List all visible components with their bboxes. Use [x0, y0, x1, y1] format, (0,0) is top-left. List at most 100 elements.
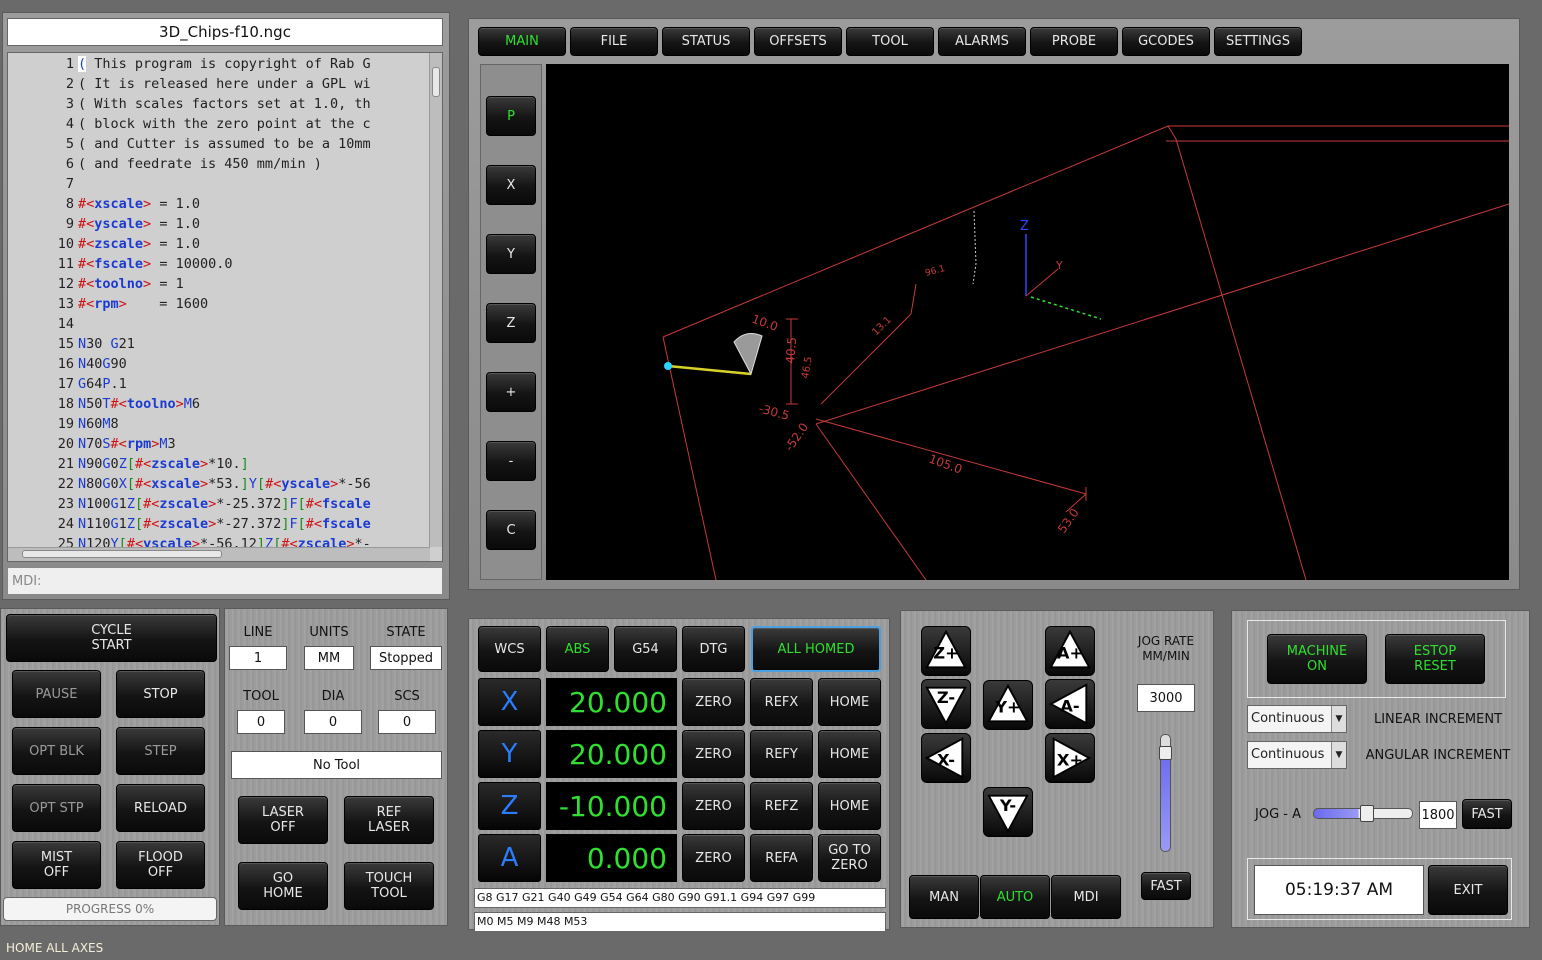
line-text: ( With scales factors set at 1.0, th	[78, 96, 371, 112]
axis-z-button[interactable]: Z	[478, 782, 541, 830]
g54-button[interactable]: G54	[614, 626, 677, 672]
home-a-button[interactable]: GO TO ZERO	[818, 834, 881, 882]
horizontal-scrollbar[interactable]	[8, 547, 430, 561]
line-number: 24	[57, 516, 74, 532]
linear-increment-select-value: Continuous	[1251, 711, 1325, 726]
z-axis-label: Z	[1020, 219, 1029, 234]
mode-auto-button[interactable]: AUTO	[980, 875, 1050, 919]
line-text: N120Y[#<yscale>*-56.12]Z[#<zscale>*-	[78, 536, 371, 547]
tab-main[interactable]: MAIN	[478, 27, 566, 56]
view-perspective-button[interactable]: P	[486, 96, 536, 136]
line-number: 1	[65, 56, 74, 72]
home-y-button[interactable]: HOME	[818, 730, 881, 778]
mode-man-button[interactable]: MAN	[909, 875, 979, 919]
ref-laser-button[interactable]: REF LASER	[344, 796, 434, 844]
scs-label: SCS	[394, 689, 420, 704]
tab-status[interactable]: STATUS	[662, 27, 750, 56]
scs-value: 0	[378, 710, 436, 734]
mode-mdi-button[interactable]: MDI	[1051, 875, 1121, 919]
zoom-in-button[interactable]: +	[486, 372, 536, 412]
axis-a-button[interactable]: A	[478, 834, 541, 882]
line-text: N100G1Z[#<zscale>*-25.372]F[#<fscale	[78, 496, 371, 512]
mist-button[interactable]: MIST OFF	[12, 841, 101, 889]
line-number: 21	[57, 456, 74, 472]
ref-y-button[interactable]: REFY	[750, 730, 813, 778]
active-mcodes: M0 M5 M9 M48 M53	[474, 912, 886, 932]
jog-y-plus-button[interactable]: Y+	[983, 680, 1033, 730]
tab-probe[interactable]: PROBE	[1030, 27, 1118, 56]
jog-a-plus-button[interactable]: A+	[1045, 626, 1095, 676]
line-number: 6	[65, 156, 74, 172]
zoom-out-button[interactable]: -	[486, 441, 536, 481]
line-number: 20	[57, 436, 74, 452]
stop-button[interactable]: STOP	[116, 670, 205, 718]
dtg-button[interactable]: DTG	[682, 626, 745, 672]
jog-x-plus-button[interactable]: X+	[1045, 733, 1095, 783]
abs-button[interactable]: ABS	[546, 626, 609, 672]
tab-settings[interactable]: SETTINGS	[1214, 27, 1302, 56]
tab-file[interactable]: FILE	[570, 27, 658, 56]
clear-plot-button[interactable]: C	[486, 510, 536, 550]
ref-x-button[interactable]: REFX	[750, 678, 813, 726]
estop-reset-button[interactable]: ESTOP RESET	[1385, 634, 1485, 684]
laser-button[interactable]: LASER OFF	[238, 796, 328, 844]
jog-a-fast-button[interactable]: FAST	[1462, 799, 1512, 829]
opt-blk-button[interactable]: OPT BLK	[12, 727, 101, 775]
view-y-button[interactable]: Y	[486, 234, 536, 274]
step-button[interactable]: STEP	[116, 727, 205, 775]
code-view[interactable]: 1( This program is copyright of Rab G 2( …	[7, 52, 443, 562]
ref-z-button[interactable]: REFZ	[750, 782, 813, 830]
angular-increment-select[interactable]: Continuous ▼	[1247, 741, 1347, 769]
line-text: ( It is released here under a GPL wi	[78, 76, 371, 92]
view-z-button[interactable]: Z	[486, 303, 536, 343]
dim-label: 10.0	[750, 312, 780, 334]
axis-x-position: 20.000	[546, 678, 677, 726]
wcs-button[interactable]: WCS	[478, 626, 541, 672]
line-text: N90G0Z[#<zscale>*10.]	[78, 456, 249, 472]
jog-rate-slider-handle[interactable]	[1159, 746, 1172, 760]
view-x-button[interactable]: X	[486, 165, 536, 205]
mdi-input[interactable]: MDI:	[7, 567, 443, 595]
jog-a-slider-handle[interactable]	[1360, 805, 1374, 822]
zero-z-button[interactable]: ZERO	[682, 782, 745, 830]
jog-z-plus-button[interactable]: Z+	[921, 626, 971, 676]
code-lines: 1( This program is copyright of Rab G 2( …	[8, 53, 430, 547]
linear-increment-label: LINEAR INCREMENT	[1373, 712, 1503, 727]
line-number: 25	[57, 536, 74, 547]
jog-fast-button[interactable]: FAST	[1141, 872, 1191, 900]
vertical-scrollbar[interactable]	[429, 53, 442, 547]
ref-a-button[interactable]: REFA	[750, 834, 813, 882]
angular-increment-label: ANGULAR INCREMENT	[1365, 748, 1511, 763]
pause-button[interactable]: PAUSE	[12, 670, 101, 718]
toolpath-plot[interactable]: 10.0 40.5 -30.5 -52.0 105.0 53.0 13.1 96…	[546, 64, 1509, 580]
tab-gcodes[interactable]: GCODES	[1122, 27, 1210, 56]
tab-tool[interactable]: TOOL	[846, 27, 934, 56]
home-z-button[interactable]: HOME	[818, 782, 881, 830]
axis-x-button[interactable]: X	[478, 678, 541, 726]
svg-text:Y-: Y-	[999, 796, 1016, 815]
touch-tool-button[interactable]: TOUCH TOOL	[344, 862, 434, 910]
reload-button[interactable]: RELOAD	[116, 784, 205, 832]
jog-a-minus-button[interactable]: A-	[1045, 679, 1095, 729]
machine-on-button[interactable]: MACHINE ON	[1267, 634, 1367, 684]
exit-button[interactable]: EXIT	[1428, 865, 1508, 915]
linear-increment-select[interactable]: Continuous ▼	[1247, 705, 1347, 733]
all-homed-indicator[interactable]: ALL HOMED	[751, 626, 881, 672]
go-home-button[interactable]: GO HOME	[238, 862, 328, 910]
code-line: 1( This program is copyright of Rab G	[8, 54, 371, 74]
tab-alarms[interactable]: ALARMS	[938, 27, 1026, 56]
zero-x-button[interactable]: ZERO	[682, 678, 745, 726]
cycle-start-button[interactable]: CYCLE START	[6, 614, 217, 662]
jog-z-minus-button[interactable]: Z-	[921, 679, 971, 729]
status-bar-message: HOME ALL AXES	[6, 941, 104, 955]
zero-y-button[interactable]: ZERO	[682, 730, 745, 778]
code-line: 24 N110G1Z[#<zscale>*-27.372]F[#<fscale	[8, 514, 371, 534]
flood-button[interactable]: FLOOD OFF	[116, 841, 205, 889]
axis-y-button[interactable]: Y	[478, 730, 541, 778]
opt-stp-button[interactable]: OPT STP	[12, 784, 101, 832]
jog-y-minus-button[interactable]: Y-	[983, 787, 1033, 837]
home-x-button[interactable]: HOME	[818, 678, 881, 726]
zero-a-button[interactable]: ZERO	[682, 834, 745, 882]
jog-x-minus-button[interactable]: X-	[921, 733, 971, 783]
tab-offsets[interactable]: OFFSETS	[754, 27, 842, 56]
